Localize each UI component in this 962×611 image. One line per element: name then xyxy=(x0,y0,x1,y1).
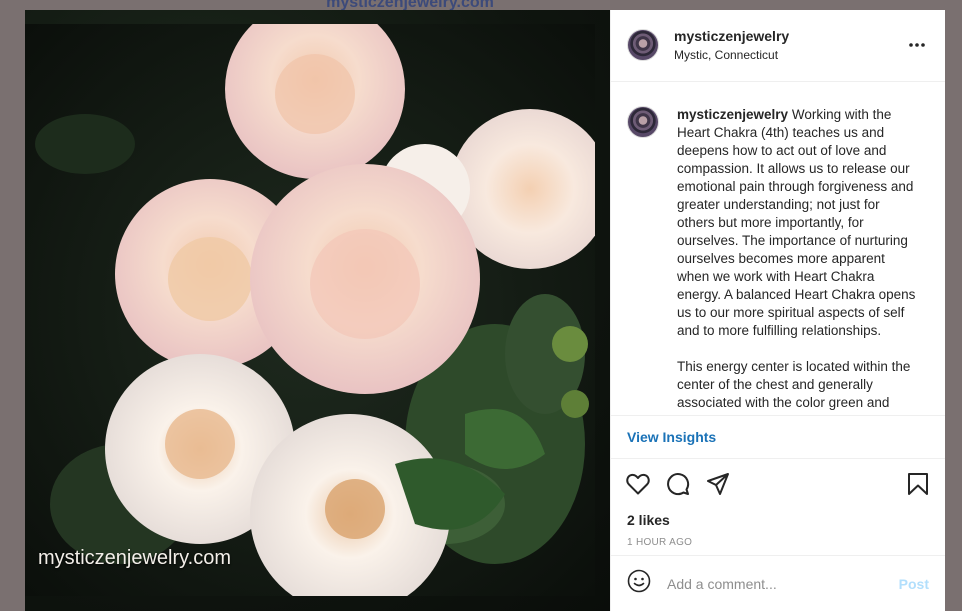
header-text: mysticzenjewelry Mystic, Connecticut xyxy=(674,28,905,62)
comment-input[interactable] xyxy=(667,575,899,592)
username-link[interactable]: mysticzenjewelry xyxy=(674,28,905,44)
roses-image xyxy=(25,24,595,596)
caption-area: mysticzenjewelry Working with the Heart … xyxy=(611,82,945,416)
post-timestamp[interactable]: 1 HOUR AGO xyxy=(611,531,945,555)
caption-avatar[interactable] xyxy=(627,105,659,138)
post-side-panel: mysticzenjewelry Mystic, Connecticut mys… xyxy=(610,10,945,611)
share-icon[interactable] xyxy=(705,471,731,497)
smiley-icon[interactable] xyxy=(627,569,651,598)
photo-watermark: mysticzenjewelry.com xyxy=(38,547,231,569)
post-header: mysticzenjewelry Mystic, Connecticut xyxy=(611,10,945,82)
more-horizontal-icon[interactable] xyxy=(905,33,929,57)
caption-paragraph-1: Working with the Heart Chakra (4th) teac… xyxy=(677,106,916,338)
location-link[interactable]: Mystic, Connecticut xyxy=(674,48,905,62)
avatar[interactable] xyxy=(627,29,659,62)
view-insights-link[interactable]: View Insights xyxy=(627,429,716,445)
caption-text: mysticzenjewelry Working with the Heart … xyxy=(677,106,917,415)
caption-paragraph-2: This energy center is located within the… xyxy=(677,358,911,410)
post-modal: mysticzenjewelry.com mysticzenjewelry My… xyxy=(25,10,945,611)
bookmark-icon[interactable] xyxy=(905,471,931,497)
heart-icon[interactable] xyxy=(625,471,651,497)
comment-icon[interactable] xyxy=(665,471,691,497)
photo-frame: mysticzenjewelry.com xyxy=(25,24,595,596)
post-button[interactable]: Post xyxy=(899,576,929,592)
insights-bar: View Insights xyxy=(611,416,945,460)
action-bar-left xyxy=(625,471,905,497)
action-bar xyxy=(611,459,945,509)
caption-username[interactable]: mysticzenjewelry xyxy=(677,107,788,122)
comment-bar: Post xyxy=(611,555,945,611)
likes-count[interactable]: 2 likes xyxy=(611,509,945,531)
post-photo[interactable]: mysticzenjewelry.com xyxy=(25,10,610,611)
